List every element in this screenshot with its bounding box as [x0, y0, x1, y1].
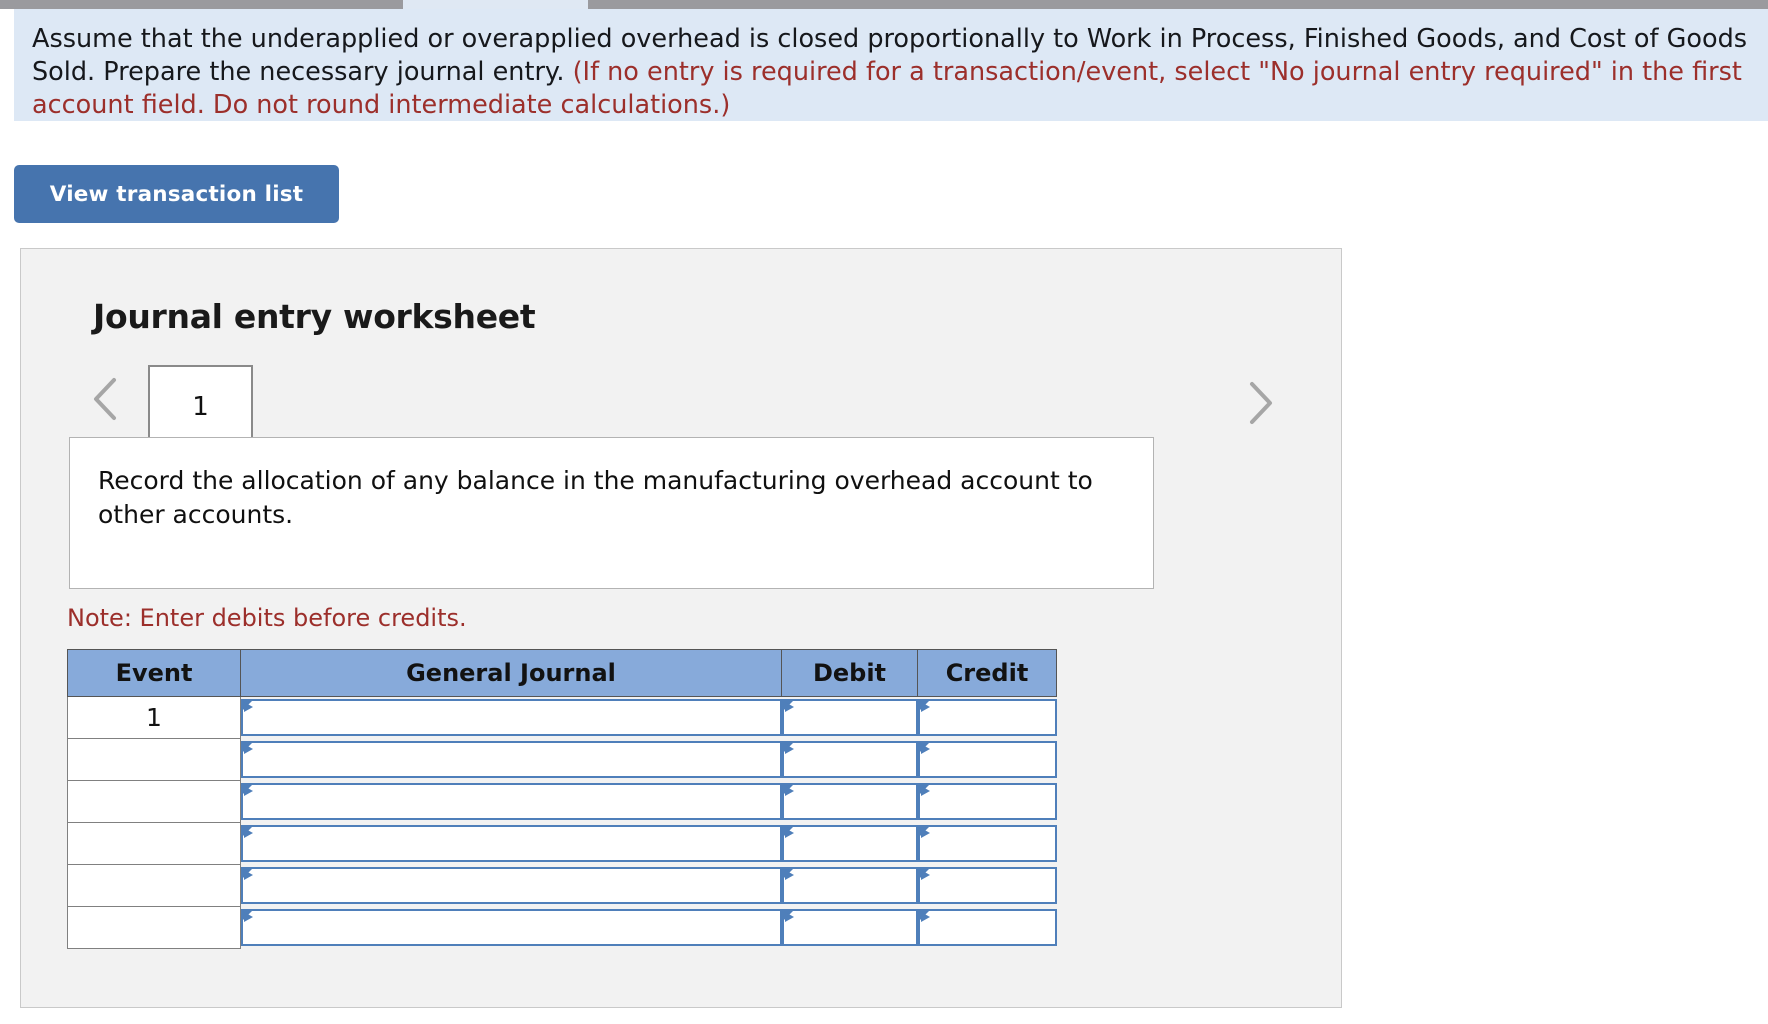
- general-journal-cell[interactable]: [241, 739, 782, 781]
- worksheet-tab-1-label: 1: [192, 392, 209, 422]
- debit-cell[interactable]: [782, 907, 918, 949]
- debit-amount-input[interactable]: [782, 909, 918, 946]
- instruction-text: Assume that the underapplied or overappl…: [32, 23, 1768, 122]
- general-journal-account-select[interactable]: [241, 699, 782, 736]
- page-title: Journal entry worksheet: [93, 297, 535, 336]
- column-header-general-journal: General Journal: [241, 650, 782, 697]
- credit-cell[interactable]: [918, 697, 1057, 739]
- general-journal-account-select[interactable]: [241, 825, 782, 862]
- table-row: [68, 907, 1057, 949]
- credit-cell[interactable]: [918, 907, 1057, 949]
- event-number-cell: [68, 781, 241, 823]
- instruction-banner: Assume that the underapplied or overappl…: [14, 9, 1768, 121]
- dropdown-triangle-icon: [785, 702, 794, 712]
- table-row: [68, 739, 1057, 781]
- general-journal-cell[interactable]: [241, 865, 782, 907]
- journal-entry-table-head: Event General Journal Debit Credit: [68, 650, 1057, 697]
- dropdown-triangle-icon: [785, 828, 794, 838]
- debit-amount-input[interactable]: [782, 699, 918, 736]
- debit-amount-input[interactable]: [782, 825, 918, 862]
- general-journal-cell[interactable]: [241, 907, 782, 949]
- event-number-cell: [68, 865, 241, 907]
- dropdown-triangle-icon: [244, 744, 253, 754]
- general-journal-cell[interactable]: [241, 781, 782, 823]
- column-header-debit: Debit: [782, 650, 918, 697]
- browser-scroll-strip[interactable]: [0, 0, 1768, 9]
- column-header-credit: Credit: [918, 650, 1057, 697]
- debit-cell[interactable]: [782, 697, 918, 739]
- transaction-description-box: Record the allocation of any balance in …: [69, 437, 1154, 589]
- column-header-event: Event: [68, 650, 241, 697]
- credit-amount-input[interactable]: [918, 867, 1057, 904]
- debit-cell[interactable]: [782, 781, 918, 823]
- dropdown-triangle-icon: [921, 744, 930, 754]
- credit-cell[interactable]: [918, 865, 1057, 907]
- credit-amount-input[interactable]: [918, 825, 1057, 862]
- credit-cell[interactable]: [918, 781, 1057, 823]
- general-journal-account-select[interactable]: [241, 867, 782, 904]
- dropdown-triangle-icon: [244, 870, 253, 880]
- general-journal-account-select[interactable]: [241, 741, 782, 778]
- instruction-line-1-text: Assume that the underapplied or overappl…: [32, 24, 1747, 54]
- instruction-line-3: account field. Do not round intermediate…: [32, 89, 1768, 122]
- debit-cell[interactable]: [782, 865, 918, 907]
- instruction-line-2: Sold. Prepare the necessary journal entr…: [32, 56, 1768, 89]
- dropdown-triangle-icon: [244, 702, 253, 712]
- credit-amount-input[interactable]: [918, 783, 1057, 820]
- chevron-left-icon[interactable]: [89, 375, 123, 423]
- browser-scroll-strip-active-segment[interactable]: [403, 0, 588, 9]
- general-journal-cell[interactable]: [241, 823, 782, 865]
- event-number-cell: [68, 739, 241, 781]
- journal-entry-table-body: 1: [68, 697, 1057, 949]
- dropdown-triangle-icon: [785, 870, 794, 880]
- debit-amount-input[interactable]: [782, 741, 918, 778]
- credit-cell[interactable]: [918, 739, 1057, 781]
- event-number-cell: 1: [68, 697, 241, 739]
- transaction-description-text: Record the allocation of any balance in …: [98, 464, 1123, 532]
- general-journal-cell[interactable]: [241, 697, 782, 739]
- dropdown-triangle-icon: [921, 912, 930, 922]
- instruction-line-3-hint: account field. Do not round intermediate…: [32, 90, 730, 120]
- dropdown-triangle-icon: [244, 786, 253, 796]
- dropdown-triangle-icon: [785, 912, 794, 922]
- credit-amount-input[interactable]: [918, 699, 1057, 736]
- dropdown-triangle-icon: [785, 786, 794, 796]
- table-row: 1: [68, 697, 1057, 739]
- dropdown-triangle-icon: [244, 912, 253, 922]
- dropdown-triangle-icon: [785, 744, 794, 754]
- table-row: [68, 781, 1057, 823]
- credit-amount-input[interactable]: [918, 909, 1057, 946]
- dropdown-triangle-icon: [921, 870, 930, 880]
- instruction-line-2-text: Sold. Prepare the necessary journal entr…: [32, 57, 573, 87]
- debit-amount-input[interactable]: [782, 867, 918, 904]
- table-header-row: Event General Journal Debit Credit: [68, 650, 1057, 697]
- credit-cell[interactable]: [918, 823, 1057, 865]
- dropdown-triangle-icon: [244, 828, 253, 838]
- instruction-line-1: Assume that the underapplied or overappl…: [32, 23, 1768, 56]
- instruction-line-2-hint: (If no entry is required for a transacti…: [573, 57, 1742, 87]
- debit-amount-input[interactable]: [782, 783, 918, 820]
- event-number-cell: [68, 823, 241, 865]
- debits-before-credits-note: Note: Enter debits before credits.: [67, 604, 467, 632]
- dropdown-triangle-icon: [921, 828, 930, 838]
- chevron-right-icon[interactable]: [1243, 379, 1277, 427]
- debit-cell[interactable]: [782, 823, 918, 865]
- dropdown-triangle-icon: [921, 786, 930, 796]
- debit-cell[interactable]: [782, 739, 918, 781]
- worksheet-tab-1[interactable]: 1: [148, 365, 253, 447]
- table-row: [68, 865, 1057, 907]
- journal-entry-worksheet-panel: Journal entry worksheet 1 Record the all…: [20, 248, 1342, 1008]
- view-transaction-list-button[interactable]: View transaction list: [14, 165, 339, 223]
- worksheet-pager: 1: [21, 357, 1341, 442]
- table-row: [68, 823, 1057, 865]
- journal-entry-table: Event General Journal Debit Credit 1: [67, 649, 1057, 949]
- credit-amount-input[interactable]: [918, 741, 1057, 778]
- event-number-cell: [68, 907, 241, 949]
- dropdown-triangle-icon: [921, 702, 930, 712]
- general-journal-account-select[interactable]: [241, 783, 782, 820]
- general-journal-account-select[interactable]: [241, 909, 782, 946]
